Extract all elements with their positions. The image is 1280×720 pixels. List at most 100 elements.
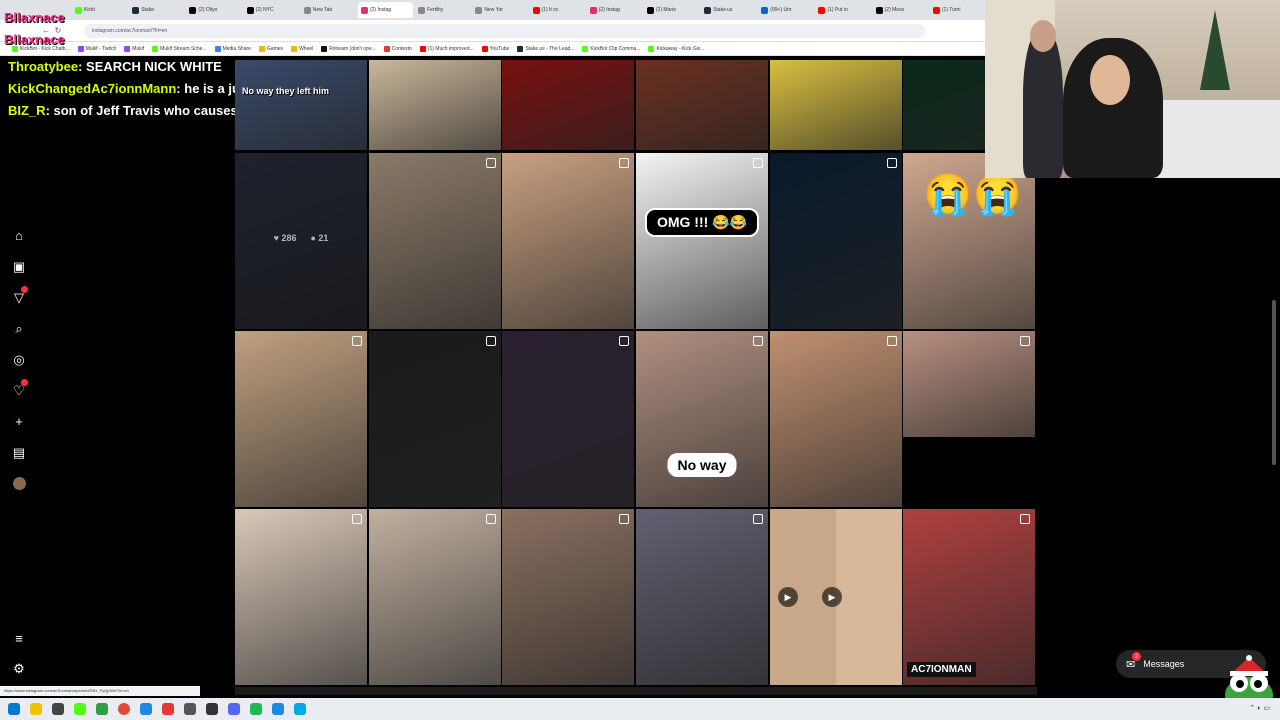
chrome-icon[interactable] <box>118 703 130 715</box>
app-icon[interactable] <box>294 703 306 715</box>
bookmark-item[interactable]: YouTube <box>481 45 509 52</box>
post-tile[interactable] <box>369 509 501 685</box>
post-tile[interactable] <box>369 331 501 507</box>
reels-icon[interactable]: ▣ <box>0 251 38 282</box>
app-icon[interactable] <box>272 703 284 715</box>
post-tile[interactable] <box>636 60 768 150</box>
browser-tab[interactable]: (99+) Unr <box>758 2 813 18</box>
discord-icon[interactable] <box>228 703 240 715</box>
post-tile[interactable] <box>235 509 367 685</box>
browser-tab[interactable]: New Yor <box>472 2 527 18</box>
file-explorer-icon[interactable] <box>30 703 42 715</box>
browser-tab[interactable]: Stake <box>129 2 184 18</box>
app-icon[interactable] <box>140 703 152 715</box>
browser-tab[interactable]: (1) Put in <box>815 2 870 18</box>
play-icon[interactable]: ▶ <box>822 587 842 607</box>
profile-avatar[interactable] <box>0 468 38 499</box>
browser-tab[interactable]: (2) Oliyo <box>186 2 241 18</box>
app-icon[interactable] <box>52 703 64 715</box>
reel-icon <box>619 514 629 524</box>
tab-favicon-icon <box>189 6 197 14</box>
post-tile[interactable] <box>502 331 634 507</box>
more-icon[interactable]: ⚙ <box>0 654 38 684</box>
create-icon[interactable]: + <box>0 406 38 437</box>
post-tile[interactable]: OMG !!! 😂😂 <box>636 153 768 329</box>
post-tile[interactable] <box>502 153 634 329</box>
bookmark-favicon-icon <box>481 45 488 52</box>
post-tile[interactable]: 😭😭 <box>903 153 1035 329</box>
browser-tab[interactable]: Kickt <box>72 2 127 18</box>
post-tile[interactable] <box>369 60 501 150</box>
browser-tab[interactable]: (1) Turni <box>930 2 985 18</box>
tab-favicon-icon <box>589 6 597 14</box>
tab-label: (1) Turni <box>941 7 961 13</box>
bookmark-item[interactable]: Media Share <box>214 45 251 52</box>
post-tile[interactable] <box>770 60 902 150</box>
windows-start-icon[interactable] <box>8 703 20 715</box>
post-tile[interactable] <box>502 509 634 685</box>
app-icon[interactable] <box>206 703 218 715</box>
tab-label: (99+) Unr <box>770 7 792 13</box>
browser-tab[interactable]: (2) Mario <box>644 2 699 18</box>
bookmark-item[interactable]: Stake.us - The Lead... <box>517 45 574 52</box>
menu-icon[interactable]: ≡ <box>0 623 38 653</box>
kick-icon[interactable]: ▽ <box>0 282 38 313</box>
address-bar-row: ← ↻ instagram.com/ac7ionman/?hl=en <box>0 20 985 42</box>
explore-icon[interactable]: ◎ <box>0 344 38 375</box>
bookmark-favicon-icon <box>582 45 589 52</box>
browser-tab[interactable]: (2) Instag <box>587 2 642 18</box>
post-tile[interactable] <box>235 331 367 507</box>
dashboard-icon[interactable]: ▤ <box>0 437 38 468</box>
app-icon[interactable] <box>184 703 196 715</box>
system-tray[interactable]: ⌃ ◐ ▭ <box>1249 704 1270 712</box>
browser-tab[interactable]: (2) NYC <box>244 2 299 18</box>
post-tile[interactable]: ▶ ▶ <box>770 509 902 685</box>
bookmark-item[interactable]: Mukif - Twitch <box>77 45 116 52</box>
bookmark-label: Mukif Stream Sche... <box>160 45 207 52</box>
post-tile[interactable] <box>502 60 634 150</box>
post-tile[interactable]: AC7IONMAN <box>903 509 1035 685</box>
bookmark-favicon-icon <box>648 45 655 52</box>
bookmark-item[interactable]: KickBot Clip Comma... <box>582 45 640 52</box>
heart-icon[interactable]: ♡ <box>0 375 38 406</box>
tab-favicon-icon <box>646 6 654 14</box>
browser-tab[interactable]: Fertility <box>415 2 470 18</box>
spotify-icon[interactable] <box>250 703 262 715</box>
browser-tab[interactable]: (2) Mess <box>873 2 928 18</box>
streamer-name-top: Bllaxnace <box>4 10 65 25</box>
reel-icon <box>1020 336 1030 346</box>
home-icon[interactable]: ⌂ <box>0 220 38 251</box>
browser-tab[interactable]: New Tab <box>301 2 356 18</box>
post-tile[interactable] <box>770 153 902 329</box>
search-icon[interactable]: ⌕ <box>0 313 38 344</box>
app-icon[interactable] <box>162 703 174 715</box>
post-tile[interactable]: ♥ 286 ● 21 <box>235 153 367 329</box>
bookmark-item[interactable]: Mukif Stream Sche... <box>152 45 207 52</box>
post-tile[interactable]: No way <box>636 331 768 507</box>
windows-taskbar: ⌃ ◐ ▭ <box>0 698 1280 720</box>
hover-stats: ♥ 286 ● 21 <box>235 233 367 243</box>
url-field[interactable]: instagram.com/ac7ionman/?hl=en <box>84 23 925 38</box>
play-icon[interactable]: ▶ <box>778 587 798 607</box>
browser-tab[interactable]: (1) It oc <box>530 2 585 18</box>
bookmark-item[interactable]: (1) Much improved... <box>419 45 474 52</box>
app-icon[interactable] <box>96 703 108 715</box>
tab-label: Kickt <box>84 7 95 13</box>
bookmark-item[interactable]: Mukif <box>124 45 144 52</box>
reel-icon <box>753 336 763 346</box>
kick-app-icon[interactable] <box>74 703 86 715</box>
post-tile[interactable] <box>903 331 1035 437</box>
post-tile[interactable] <box>770 331 902 507</box>
bookmark-item[interactable]: Rstream (don't ope... <box>321 45 376 52</box>
bookmark-item[interactable]: Contexto <box>383 45 412 52</box>
post-tile[interactable] <box>235 60 367 150</box>
post-tile[interactable] <box>369 153 501 329</box>
browser-tab[interactable]: Stake.us <box>701 2 756 18</box>
bookmark-item[interactable]: Kickaway - Kick Giv... <box>648 45 704 52</box>
post-tile[interactable] <box>636 509 768 685</box>
reel-icon <box>619 158 629 168</box>
page-scrollbar[interactable] <box>1272 300 1276 465</box>
browser-tab[interactable]: (2) Instag <box>357 2 414 18</box>
bookmark-item[interactable]: Wheel <box>291 45 313 52</box>
bookmark-item[interactable]: Games <box>258 45 283 52</box>
